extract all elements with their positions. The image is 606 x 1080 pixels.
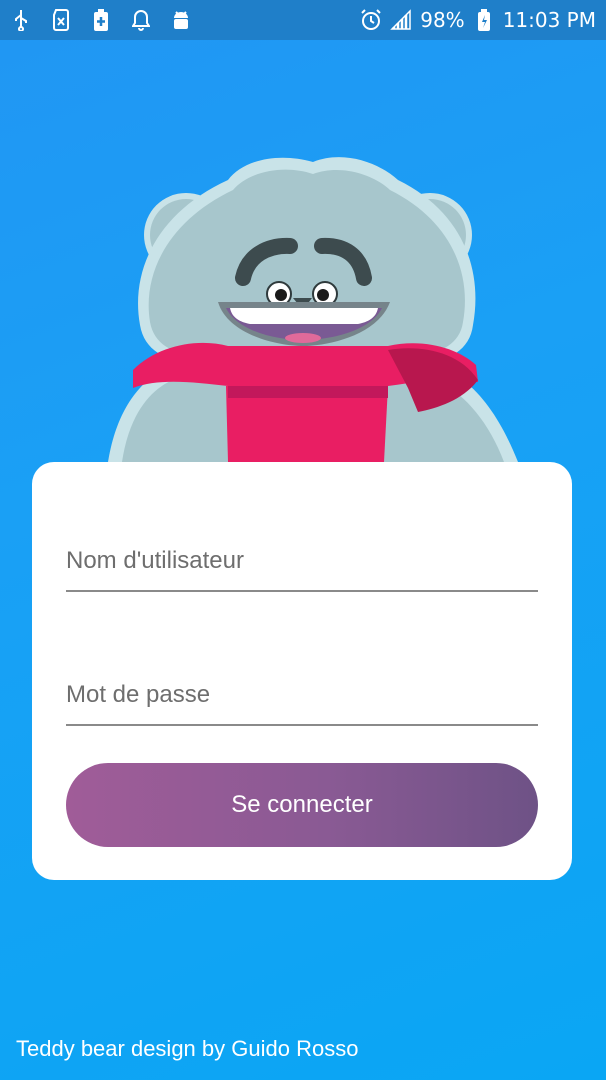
- password-input[interactable]: [66, 666, 538, 724]
- login-button[interactable]: Se connecter: [66, 763, 538, 847]
- alarm-icon: [360, 9, 382, 31]
- username-input[interactable]: [66, 532, 538, 590]
- clock: 11:03 PM: [502, 8, 596, 32]
- signal-icon: [390, 9, 412, 31]
- teddy-bear-illustration: [108, 157, 518, 462]
- battery-percent: 98%: [420, 8, 465, 32]
- android-debug-icon: [170, 9, 192, 31]
- bell-icon: [130, 9, 152, 31]
- design-credit: Teddy bear design by Guido Rosso: [16, 1036, 359, 1061]
- password-field: [66, 666, 538, 726]
- usb-icon: [10, 9, 32, 31]
- status-bar-left: [10, 9, 192, 31]
- battery-icon: [473, 9, 495, 31]
- status-bar: 98% 11:03 PM: [0, 0, 606, 40]
- username-field: [66, 532, 538, 592]
- battery-plus-icon: [90, 9, 112, 31]
- login-card: Se connecter: [32, 462, 572, 880]
- sim-icon: [50, 9, 72, 31]
- status-bar-right: 98% 11:03 PM: [360, 8, 596, 32]
